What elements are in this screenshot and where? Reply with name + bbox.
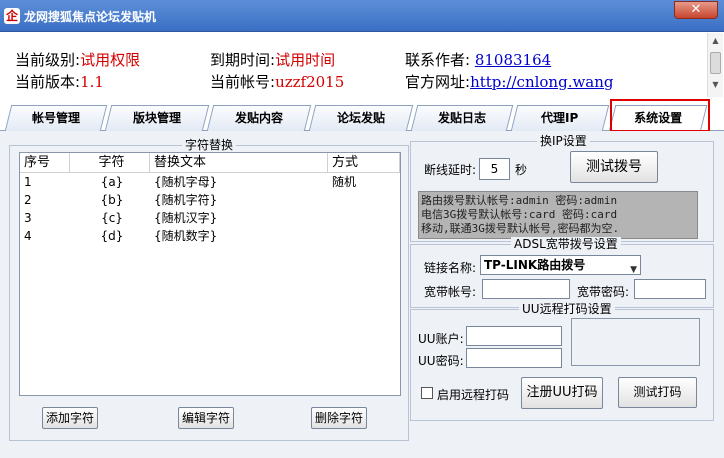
delete-char-button[interactable]: 删除字符 xyxy=(311,407,367,429)
contact-author: 联系作者: 81083164 xyxy=(405,51,552,69)
delay-label: 断线延时: xyxy=(424,163,477,177)
current-version: 当前版本:1.1 xyxy=(15,73,104,91)
title-bar: 企 龙网搜狐焦点论坛发贴机 ✕ xyxy=(0,0,724,32)
broadband-account-input[interactable] xyxy=(482,279,570,299)
delay-input[interactable]: 5 xyxy=(479,158,510,180)
list-item[interactable]: 3 {c} {随机汉字} xyxy=(20,209,400,227)
register-uu-button[interactable]: 注册UU打码 xyxy=(521,377,603,409)
list-item[interactable]: 1 {a} {随机字母} 随机 xyxy=(20,173,400,191)
chevron-down-icon[interactable]: ▼ xyxy=(630,261,637,279)
ip-switch-title: 换IP设置 xyxy=(537,134,590,148)
tab-proxy[interactable]: 代理IP xyxy=(510,105,610,131)
site-link[interactable]: http://cnlong.wang xyxy=(470,73,613,91)
uu-password-input[interactable] xyxy=(466,348,562,368)
char-replace-title: 字符替换 xyxy=(182,138,237,152)
uu-account-input[interactable] xyxy=(466,326,562,346)
uu-account-label: UU账户: xyxy=(418,332,464,346)
app-icon: 企 xyxy=(4,8,20,24)
scroll-up-icon[interactable]: ▲ xyxy=(708,33,723,49)
uu-title: UU远程打码设置 xyxy=(519,302,615,316)
tab-post[interactable]: 论坛发贴 xyxy=(308,105,414,131)
tab-board[interactable]: 版块管理 xyxy=(104,105,210,131)
close-button[interactable]: ✕ xyxy=(674,1,718,19)
official-site: 官方网址:http://cnlong.wang xyxy=(405,73,614,91)
link-name-select[interactable]: TP-LINK路由拨号 ▼ xyxy=(480,255,641,275)
list-item[interactable]: 2 {b} {随机字符} xyxy=(20,191,400,209)
tab-account[interactable]: 帐号管理 xyxy=(4,105,108,131)
adsl-title: ADSL宽带拨号设置 xyxy=(511,237,621,251)
test-dial-button[interactable]: 测试拨号 xyxy=(570,151,658,183)
window-title: 龙网搜狐焦点论坛发贴机 xyxy=(24,10,157,24)
captcha-image xyxy=(571,318,700,366)
broadband-password-input[interactable] xyxy=(634,279,706,299)
edit-char-button[interactable]: 编辑字符 xyxy=(178,407,234,429)
list-item[interactable]: 4 {d} {随机数字} xyxy=(20,227,400,245)
list-header: 序号 字符 替换文本 方式 xyxy=(20,153,400,173)
col-char[interactable]: 字符 xyxy=(70,153,150,172)
broadband-account-label: 宽带帐号: xyxy=(424,285,477,299)
scroll-thumb[interactable] xyxy=(710,52,721,74)
author-link[interactable]: 81083164 xyxy=(475,51,551,69)
col-no[interactable]: 序号 xyxy=(20,153,70,172)
col-text[interactable]: 替换文本 xyxy=(150,153,328,172)
dial-info-note: 路由拨号默认帐号:admin 密码:admin 电信3G拨号默认帐号:card … xyxy=(418,191,698,239)
delay-unit: 秒 xyxy=(515,163,528,177)
add-char-button[interactable]: 添加字符 xyxy=(42,407,98,429)
tab-content[interactable]: 发贴内容 xyxy=(206,105,312,131)
tab-highlight-box xyxy=(610,99,710,132)
broadband-password-label: 宽带密码: xyxy=(577,285,630,299)
enable-remote-label[interactable]: 启用远程打码 xyxy=(437,386,509,403)
info-scrollbar[interactable]: ▲ ▼ xyxy=(707,33,723,97)
uu-password-label: UU密码: xyxy=(418,354,464,368)
expire-time: 到期时间:试用时间 xyxy=(210,51,336,69)
char-replace-list[interactable]: 序号 字符 替换文本 方式 1 {a} {随机字母} 随机 2 {b} {随机字… xyxy=(19,152,401,396)
enable-remote-checkbox[interactable] xyxy=(421,387,433,399)
tab-log[interactable]: 发贴日志 xyxy=(410,105,514,131)
col-mode[interactable]: 方式 xyxy=(328,153,400,172)
test-captcha-button[interactable]: 测试打码 xyxy=(618,377,697,408)
link-name-label: 链接名称: xyxy=(424,261,477,275)
scroll-down-icon[interactable]: ▼ xyxy=(708,77,723,93)
current-level: 当前级别:试用权限 xyxy=(15,51,141,69)
current-account: 当前帐号:uzzf2015 xyxy=(210,73,345,91)
